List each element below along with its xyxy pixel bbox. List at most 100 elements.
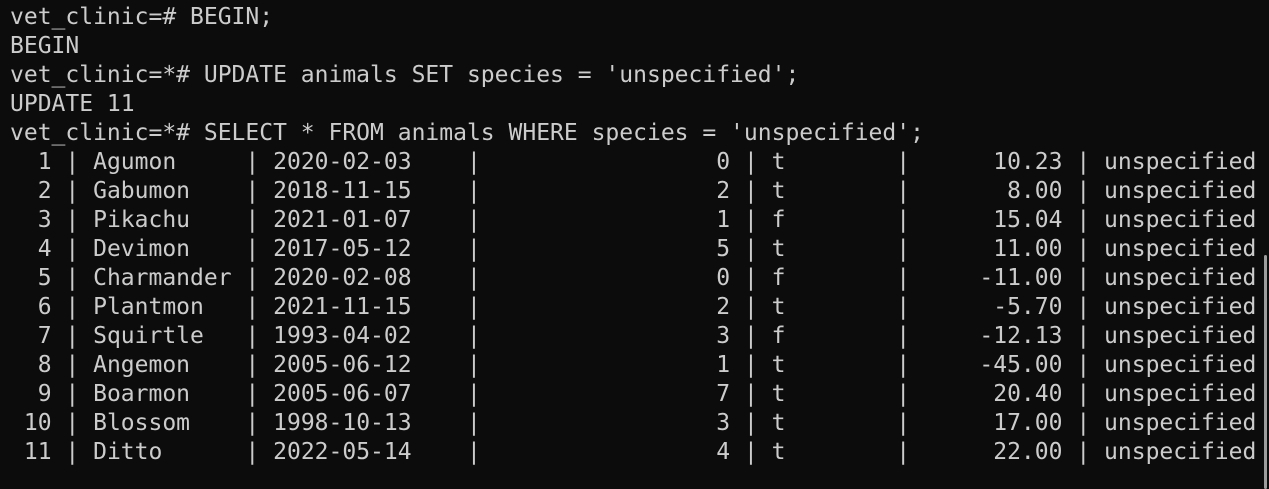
separator: |	[1062, 381, 1105, 407]
row-escape-attempts: 7	[716, 381, 731, 407]
row-weight: 17.00	[979, 410, 1063, 436]
separator: |	[785, 236, 980, 262]
separator: |	[730, 294, 772, 320]
row-neutered: t	[771, 439, 786, 465]
row-neutered: t	[771, 381, 786, 407]
row-neutered: t	[771, 236, 786, 262]
row-neutered: f	[771, 265, 786, 291]
separator: |	[785, 323, 980, 349]
separator: |	[1062, 352, 1105, 378]
row-weight: -5.70	[979, 294, 1063, 320]
result-table: 1 | Agumon | 2020-02-03 | 0 | t | 10.23 …	[10, 148, 1269, 467]
scrollbar[interactable]	[1263, 0, 1267, 489]
separator: |	[1062, 236, 1105, 262]
separator: |	[785, 294, 980, 320]
row-id: 1 |	[10, 149, 94, 175]
separator: |	[411, 294, 717, 320]
row-weight: -12.13	[979, 323, 1063, 349]
separator: |	[785, 149, 980, 175]
output-line-update: UPDATE 11	[10, 91, 135, 117]
row-name: Boarmon	[93, 381, 232, 407]
separator: |	[1062, 178, 1105, 204]
row-name: Plantmon	[93, 294, 232, 320]
row-id: 7 |	[10, 323, 94, 349]
separator: |	[411, 323, 717, 349]
separator: |	[411, 149, 717, 175]
separator: |	[411, 381, 717, 407]
row-id: 10 |	[10, 410, 94, 436]
row-weight: 15.04	[979, 207, 1063, 233]
row-id: 2 |	[10, 178, 94, 204]
row-neutered: t	[771, 410, 786, 436]
row-date-of-birth: 2017-05-12	[273, 236, 412, 262]
separator: |	[785, 381, 980, 407]
row-species: unspecified	[1104, 265, 1257, 291]
table-row: 6 | Plantmon | 2021-11-15 | 2 | t | -5.7…	[10, 293, 1269, 322]
row-neutered: f	[771, 207, 786, 233]
scrollbar-thumb[interactable]	[1264, 255, 1267, 489]
row-id: 3 |	[10, 207, 94, 233]
row-name: Gabumon	[93, 178, 232, 204]
separator: |	[785, 265, 980, 291]
separator: |	[231, 236, 274, 262]
separator: |	[785, 207, 980, 233]
table-row: 9 | Boarmon | 2005-06-07 | 7 | t | 20.40…	[10, 380, 1269, 409]
row-neutered: t	[771, 178, 786, 204]
row-species: unspecified	[1104, 410, 1257, 436]
row-id: 6 |	[10, 294, 94, 320]
separator: |	[411, 410, 717, 436]
row-weight: 11.00	[979, 236, 1063, 262]
row-name: Agumon	[93, 149, 232, 175]
separator: |	[730, 352, 772, 378]
separator: |	[1062, 439, 1105, 465]
separator: |	[730, 178, 772, 204]
separator: |	[1062, 323, 1105, 349]
separator: |	[231, 178, 274, 204]
separator: |	[1062, 294, 1105, 320]
separator: |	[730, 207, 772, 233]
separator: |	[730, 149, 772, 175]
row-escape-attempts: 3	[716, 410, 731, 436]
row-species: unspecified	[1104, 207, 1257, 233]
command-text: UPDATE animals SET species = 'unspecifie…	[190, 62, 800, 88]
separator: |	[1062, 207, 1105, 233]
row-id: 5 |	[10, 265, 94, 291]
row-escape-attempts: 1	[716, 207, 731, 233]
row-species: unspecified	[1104, 352, 1257, 378]
separator: |	[411, 207, 717, 233]
row-escape-attempts: 2	[716, 178, 731, 204]
prompt: vet_clinic=*#	[10, 120, 191, 146]
command-line-select: vet_clinic=*# SELECT * FROM animals WHER…	[10, 119, 1269, 148]
separator: |	[1062, 410, 1105, 436]
row-name: Charmander	[93, 265, 232, 291]
separator: |	[785, 439, 980, 465]
separator: |	[730, 323, 772, 349]
separator: |	[730, 236, 772, 262]
row-species: unspecified	[1104, 294, 1257, 320]
separator: |	[411, 439, 717, 465]
separator: |	[231, 207, 274, 233]
row-weight: 22.00	[979, 439, 1063, 465]
command-line-update: vet_clinic=*# UPDATE animals SET species…	[10, 61, 1269, 90]
output-line-begin: BEGIN	[10, 33, 80, 59]
row-name: Blossom	[93, 410, 232, 436]
row-escape-attempts: 3	[716, 323, 731, 349]
row-id: 11 |	[10, 439, 94, 465]
row-species: unspecified	[1104, 381, 1257, 407]
separator: |	[411, 265, 717, 291]
row-species: unspecified	[1104, 178, 1257, 204]
row-date-of-birth: 1998-10-13	[273, 410, 412, 436]
row-neutered: f	[771, 323, 786, 349]
separator: |	[1062, 265, 1105, 291]
separator: |	[231, 381, 274, 407]
terminal-window[interactable]: vet_clinic=# BEGIN; BEGIN vet_clinic=*# …	[0, 0, 1269, 489]
separator: |	[411, 236, 717, 262]
row-date-of-birth: 2021-11-15	[273, 294, 412, 320]
row-neutered: t	[771, 294, 786, 320]
separator: |	[231, 294, 274, 320]
table-row: 2 | Gabumon | 2018-11-15 | 2 | t | 8.00 …	[10, 177, 1269, 206]
separator: |	[231, 265, 274, 291]
row-date-of-birth: 2005-06-12	[273, 352, 412, 378]
table-row: 5 | Charmander | 2020-02-08 | 0 | f | -1…	[10, 264, 1269, 293]
row-neutered: t	[771, 149, 786, 175]
